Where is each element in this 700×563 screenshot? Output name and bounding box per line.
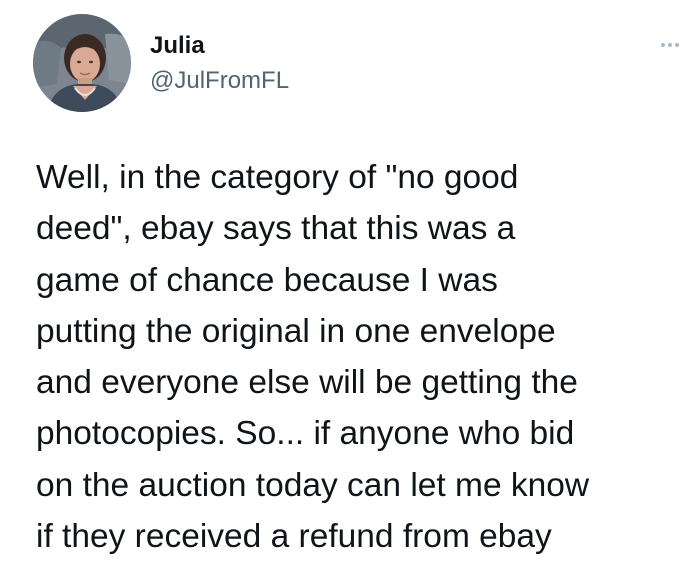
tweet-text: Well, in the category of "no good deed",… bbox=[36, 152, 686, 562]
author-name[interactable]: Julia bbox=[150, 32, 205, 60]
more-dot bbox=[668, 43, 672, 47]
tweet-text-line: on the auction today can let me know bbox=[36, 466, 590, 504]
tweet-text-line: photocopies. So... if anyone who bid bbox=[36, 415, 575, 453]
author-handle[interactable]: @JulFromFL bbox=[150, 67, 289, 95]
tweet-text-line: putting the original in one envelope bbox=[36, 312, 556, 350]
tweet-text-line: and everyone else will be getting the bbox=[36, 364, 578, 402]
tweet-text-line: game of chance because I was bbox=[36, 261, 498, 299]
tweet-text-line: Well, in the category of "no good bbox=[36, 159, 519, 196]
tweet-text-line: if they received a refund from ebay bbox=[36, 518, 552, 556]
profile-photo-icon bbox=[33, 14, 131, 112]
more-dot bbox=[675, 43, 679, 47]
tweet-text-line: deed", ebay says that this was a bbox=[36, 210, 516, 248]
author-avatar[interactable] bbox=[33, 14, 131, 112]
tweet-card: Julia @JulFromFL Well, in the category o… bbox=[0, 0, 700, 563]
more-dot bbox=[661, 43, 665, 47]
more-options-icon[interactable] bbox=[652, 34, 688, 56]
